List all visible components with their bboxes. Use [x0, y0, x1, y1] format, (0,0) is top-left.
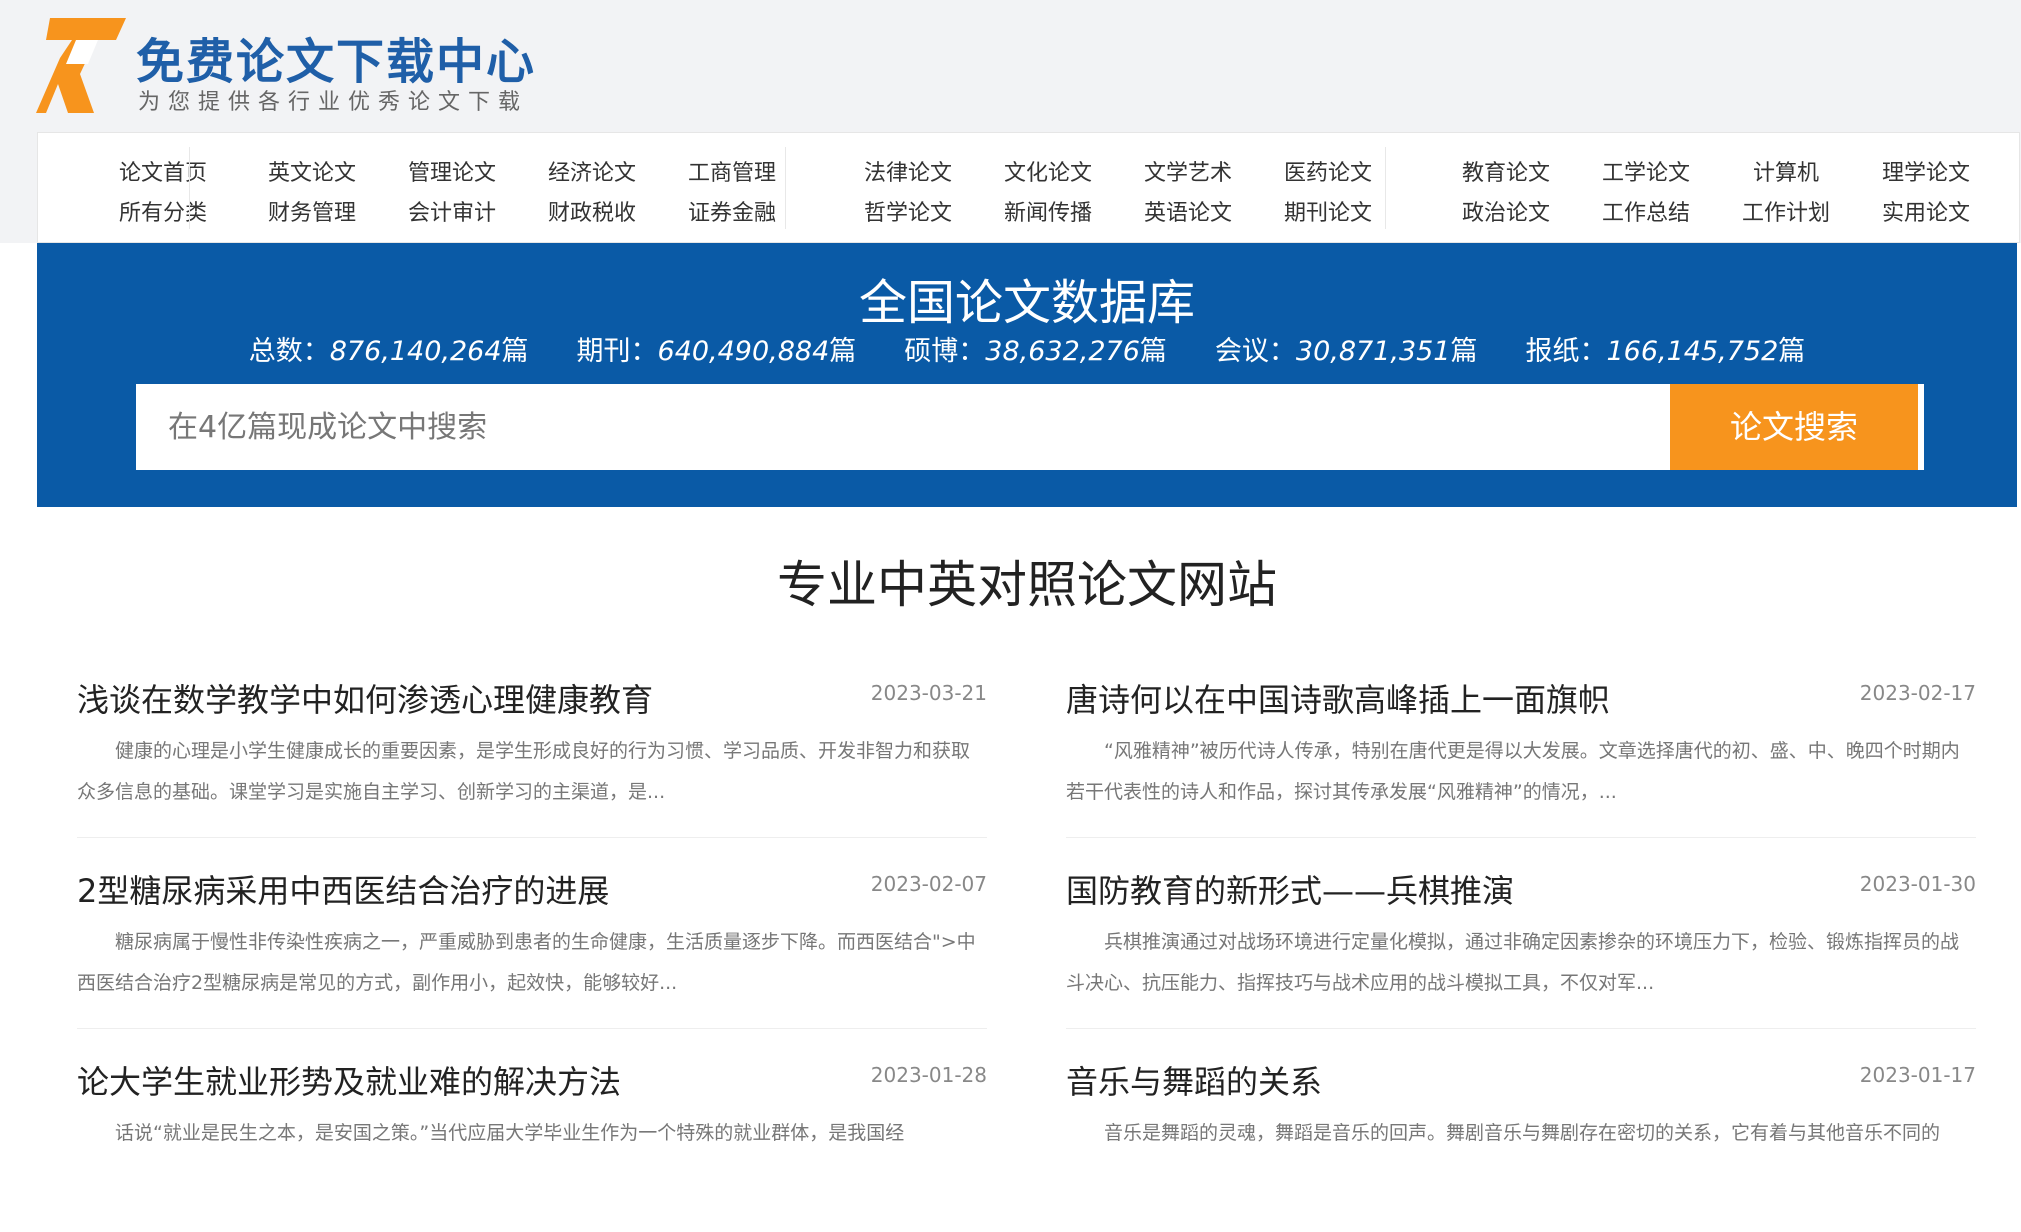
divider: [1066, 837, 1976, 838]
article-date: 2023-02-17: [1859, 681, 1976, 705]
article-date: 2023-01-28: [870, 1063, 987, 1087]
article-date: 2023-02-07: [870, 872, 987, 896]
logo-subtitle: 为您提供各行业优秀论文下载: [138, 90, 529, 115]
nav-item-all-categories[interactable]: 所有分类: [93, 195, 233, 227]
article-title[interactable]: 国防教育的新形式——兵棋推演: [1066, 866, 1514, 912]
nav-item[interactable]: 英文论文: [242, 155, 382, 187]
nav-item-home[interactable]: 论文首页: [93, 155, 233, 187]
section-title: 专业中英对照论文网站: [777, 556, 1277, 614]
nav-item[interactable]: 工学论文: [1576, 155, 1716, 187]
nav-item[interactable]: 财政税收: [522, 195, 662, 227]
article-item: 2型糖尿病采用中西医结合治疗的进展 2023-02-07 糖尿病属于慢性非传染性…: [77, 866, 987, 1041]
search-input[interactable]: [136, 384, 1670, 470]
stat-conferences: 会议：30,871,351篇: [1214, 336, 1478, 367]
article-title[interactable]: 唐诗何以在中国诗歌高峰插上一面旗帜: [1066, 675, 1610, 721]
divider: [77, 837, 987, 838]
nav-item[interactable]: 政治论文: [1436, 195, 1576, 227]
article-summary: “风雅精神”被历代诗人传承，特别在唐代更是得以大发展。文章选择唐代的初、盛、中、…: [1066, 740, 1960, 803]
article-title[interactable]: 2型糖尿病采用中西医结合治疗的进展: [77, 866, 609, 912]
article-summary: 糖尿病属于慢性非传染性疾病之一，严重威胁到患者的生命健康，生活质量逐步下降。而西…: [77, 931, 976, 994]
nav-item[interactable]: 文学艺术: [1118, 155, 1258, 187]
article-title[interactable]: 论大学生就业形势及就业难的解决方法: [77, 1057, 621, 1103]
article-summary: 兵棋推演通过对战场环境进行定量化模拟，通过非确定因素掺杂的环境压力下，检验、锻炼…: [1066, 931, 1960, 994]
banner-title: 全国论文数据库: [858, 275, 1195, 331]
nav-item[interactable]: 医药论文: [1258, 155, 1398, 187]
search-banner: 全国论文数据库 总数：876,140,264篇 期刊：640,490,884篇 …: [37, 243, 2017, 507]
article-item: 国防教育的新形式——兵棋推演 2023-01-30 兵棋推演通过对战场环境进行定…: [1066, 866, 1976, 1041]
divider: [1066, 1028, 1976, 1029]
nav-item[interactable]: 会计审计: [382, 195, 522, 227]
search-button[interactable]: 论文搜索: [1670, 384, 1918, 470]
nav-item[interactable]: 教育论文: [1436, 155, 1576, 187]
nav-item[interactable]: 法律论文: [838, 155, 978, 187]
nav-item[interactable]: 哲学论文: [838, 195, 978, 227]
nav-item[interactable]: 工作总结: [1576, 195, 1716, 227]
site-logo[interactable]: 免费论文下载中心 为您提供各行业优秀论文下载: [36, 18, 636, 118]
nav-item[interactable]: 新闻传播: [978, 195, 1118, 227]
article-item: 浅谈在数学教学中如何渗透心理健康教育 2023-03-21 健康的心理是小学生健…: [77, 675, 987, 850]
article-summary: 健康的心理是小学生健康成长的重要因素，是学生形成良好的行为习惯、学习品质、开发非…: [77, 740, 971, 803]
article-date: 2023-01-17: [1859, 1063, 1976, 1087]
stat-journals: 期刊：640,490,884篇: [576, 336, 857, 367]
article-item: 论大学生就业形势及就业难的解决方法 2023-01-28 话说“就业是民生之本，…: [77, 1057, 987, 1232]
nav-item[interactable]: 经济论文: [522, 155, 662, 187]
logo-title: 免费论文下载中心: [136, 34, 537, 90]
article-date: 2023-03-21: [870, 681, 987, 705]
logo-r-icon: [36, 18, 126, 113]
article-item: 唐诗何以在中国诗歌高峰插上一面旗帜 2023-02-17 “风雅精神”被历代诗人…: [1066, 675, 1976, 850]
nav-item[interactable]: 工作计划: [1716, 195, 1856, 227]
nav-item[interactable]: 英语论文: [1118, 195, 1258, 227]
nav-item[interactable]: 证券金融: [662, 195, 802, 227]
nav-item[interactable]: 管理论文: [382, 155, 522, 187]
nav-divider: [1385, 147, 1386, 229]
category-nav: 论文首页 所有分类 英文论文 财务管理 管理论文 会计审计 经济论文 财政税收 …: [37, 132, 2020, 243]
nav-item[interactable]: 文化论文: [978, 155, 1118, 187]
article-date: 2023-01-30: [1859, 872, 1976, 896]
nav-divider: [785, 147, 786, 229]
divider: [77, 1028, 987, 1029]
stat-total: 总数：876,140,264篇: [248, 336, 529, 367]
nav-item[interactable]: 实用论文: [1856, 195, 1996, 227]
article-title[interactable]: 浅谈在数学教学中如何渗透心理健康教育: [77, 675, 653, 721]
stat-newspapers: 报纸：166,145,752篇: [1525, 336, 1806, 367]
article-summary: 话说“就业是民生之本，是安国之策。”当代应届大学毕业生作为一个特殊的就业群体，是…: [115, 1122, 905, 1144]
article-item: 音乐与舞蹈的关系 2023-01-17 音乐是舞蹈的灵魂，舞蹈是音乐的回声。舞剧…: [1066, 1057, 1976, 1232]
article-summary: 音乐是舞蹈的灵魂，舞蹈是音乐的回声。舞剧音乐与舞剧存在密切的关系，它有着与其他音…: [1104, 1122, 1941, 1144]
nav-item[interactable]: 财务管理: [242, 195, 382, 227]
nav-item[interactable]: 理学论文: [1856, 155, 1996, 187]
article-title[interactable]: 音乐与舞蹈的关系: [1066, 1057, 1322, 1103]
stat-theses: 硕博：38,632,276篇: [904, 336, 1167, 367]
nav-item[interactable]: 期刊论文: [1258, 195, 1398, 227]
database-stats: 总数：876,140,264篇 期刊：640,490,884篇 硕博：38,63…: [37, 329, 2017, 368]
nav-item[interactable]: 工商管理: [662, 155, 802, 187]
search-bar: 论文搜索: [136, 384, 1924, 470]
nav-item[interactable]: 计算机: [1716, 155, 1856, 187]
nav-divider: [189, 147, 190, 229]
